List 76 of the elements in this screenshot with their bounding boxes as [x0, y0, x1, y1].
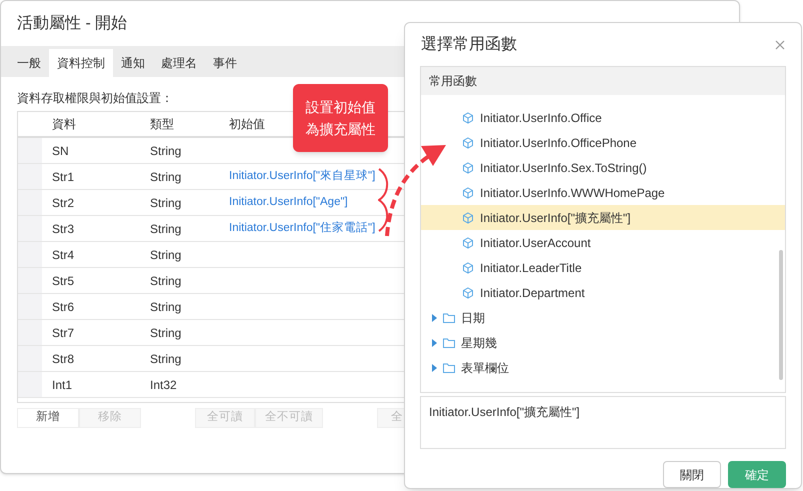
tree-item[interactable]: Initiator.UserInfo.WWWHomePage — [421, 180, 785, 206]
tree-item[interactable]: Initiator.UserInfo["擴充屬性"] — [421, 205, 785, 230]
table-cell-text: String — [150, 324, 182, 342]
folder-icon — [443, 338, 455, 348]
table-cell-text: String — [150, 168, 182, 186]
expand-arrow-icon[interactable] — [432, 338, 437, 347]
cube-icon — [462, 262, 474, 274]
table-cell-text: Str5 — [52, 272, 76, 290]
column-header: 類型 — [150, 116, 175, 133]
cube-icon — [462, 286, 474, 299]
folder-icon — [443, 362, 455, 373]
row-header — [18, 190, 42, 215]
table-cell-text: Initiator.UserInfo["來自星球"] — [229, 168, 376, 184]
close-icon[interactable] — [775, 40, 785, 50]
cube-icon — [462, 212, 474, 224]
table-cell-text: String — [150, 350, 182, 368]
expand-arrow-icon[interactable] — [432, 364, 437, 372]
row-header — [18, 242, 42, 267]
table-cell-text: Str3 — [52, 220, 76, 238]
tab[interactable]: 通知 — [113, 49, 153, 77]
row-header — [18, 294, 42, 319]
table-cell-text: Str6 — [52, 298, 76, 316]
row-header — [18, 372, 42, 397]
cube-icon — [462, 136, 474, 149]
cube-icon — [462, 162, 474, 174]
tab[interactable]: 處理名 — [153, 49, 205, 77]
row-header — [18, 164, 42, 189]
table-cell-text: Str7 — [52, 324, 76, 342]
table-cell-text: Str8 — [52, 350, 76, 368]
tree-item[interactable]: Initiator.UserInfo.Sex.ToString() — [421, 155, 785, 180]
tree-item[interactable]: 星期幾 — [421, 330, 785, 356]
tree-item[interactable]: Initiator.Department — [421, 280, 785, 306]
table-cell-text: String — [150, 272, 182, 290]
close-button[interactable]: 關閉 — [663, 461, 721, 488]
column-header: 資料 — [52, 116, 77, 133]
dialog-title: 選擇常用函數 — [421, 34, 517, 54]
tree-header: 常用函數 — [421, 67, 785, 96]
table-cell-text: SN — [52, 142, 70, 160]
table-cell-text: Initiator.UserInfo["Age"] — [229, 194, 348, 210]
cube-icon — [462, 186, 474, 199]
table-cell-text: Int1 — [52, 376, 74, 394]
scrollbar[interactable] — [779, 250, 783, 380]
tree-item[interactable]: Initiator.UserInfo.Office — [421, 105, 785, 130]
row-header — [18, 216, 42, 241]
folder-icon — [443, 312, 455, 323]
expression-field[interactable]: Initiator.UserInfo["擴充屬性"] — [420, 396, 786, 449]
table-cell-text: Str4 — [52, 246, 76, 264]
table-cell-text: Initiator.UserInfo["住家電話"] — [229, 220, 376, 236]
cube-icon — [462, 236, 474, 249]
tab[interactable]: 事件 — [205, 49, 245, 77]
row-header — [18, 268, 42, 293]
tree-item[interactable]: Initiator.LeaderTitle — [421, 255, 785, 280]
table-cell-text: String — [150, 246, 182, 264]
table-cell-text: Int32 — [150, 376, 178, 394]
column-header: 初始值 — [229, 116, 265, 133]
action-button[interactable]: 新增 — [17, 408, 79, 428]
tree-item[interactable]: 日期 — [421, 305, 785, 330]
table-cell-text: String — [150, 220, 182, 238]
callout-text: 設置初始值 — [306, 98, 376, 117]
table-cell-text: Str1 — [52, 168, 76, 186]
tree-item[interactable]: 表單欄位 — [421, 355, 785, 380]
table-cell-text: String — [150, 194, 182, 212]
row-header — [18, 346, 42, 371]
table-cell-text: Str2 — [52, 194, 76, 212]
row-header — [18, 320, 42, 345]
tree-item[interactable]: Initiator.UserInfo.OfficePhone — [421, 130, 785, 156]
expand-arrow-icon[interactable] — [432, 314, 437, 322]
row-header — [18, 138, 42, 163]
cube-icon — [462, 112, 474, 124]
table-cell-text: String — [150, 142, 182, 160]
tree-item[interactable]: Initiator.UserAccount — [421, 230, 785, 256]
callout-text: 為擴充屬性 — [306, 120, 376, 139]
table-cell-text: String — [150, 298, 182, 316]
tab[interactable]: 一般 — [9, 49, 49, 77]
window-title: 活動屬性 - 開始 — [17, 14, 128, 34]
tab[interactable]: 資料控制 — [49, 49, 113, 77]
